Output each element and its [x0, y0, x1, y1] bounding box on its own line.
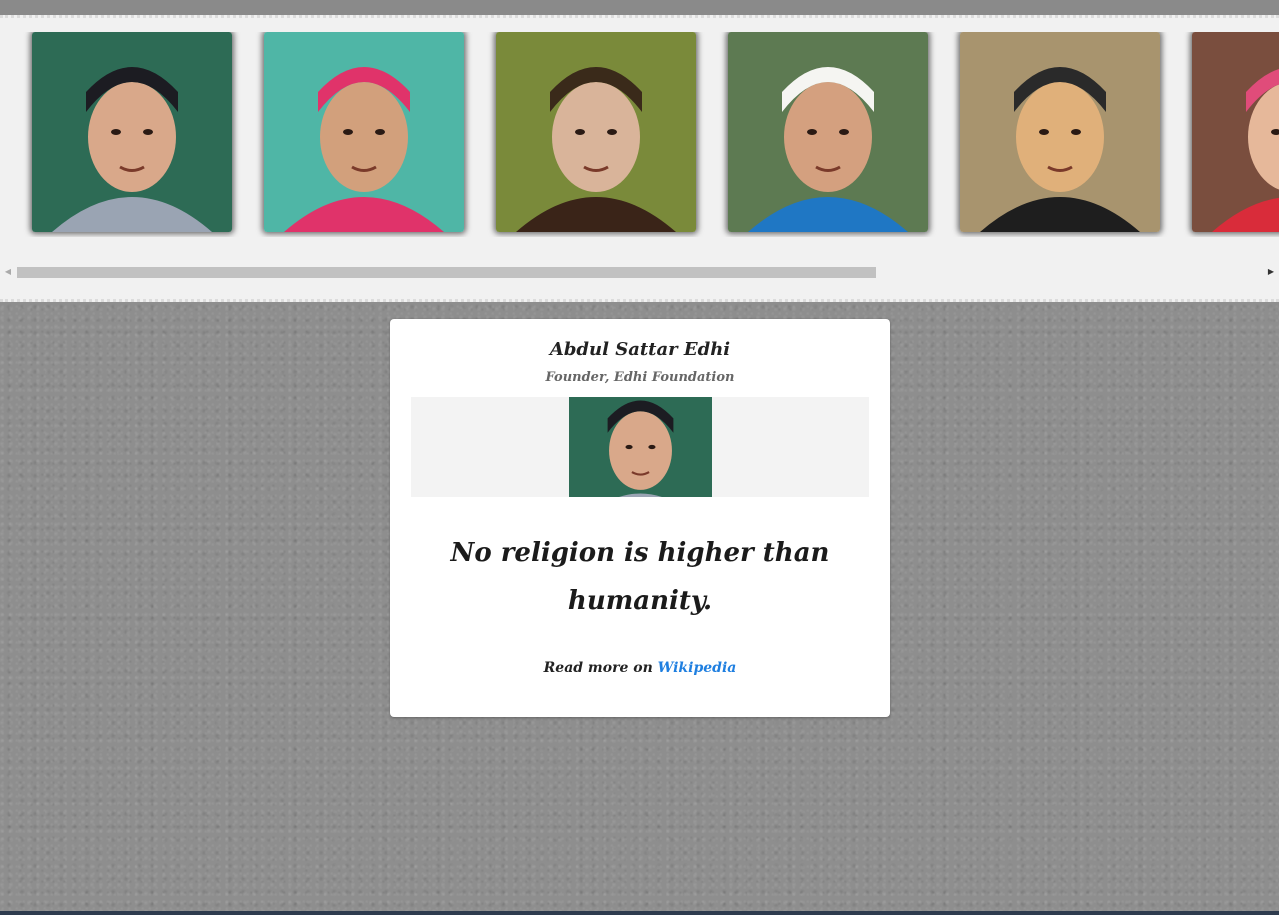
portrait-frame: [411, 397, 869, 497]
quote-text: No religion is higher than humanity.: [450, 538, 830, 616]
person-title: Founder, Edhi Foundation: [545, 370, 735, 385]
scroll-right-arrow-icon[interactable]: ▶: [1264, 265, 1278, 279]
portrait-woman-pink-scarf-icon[interactable]: [264, 32, 464, 232]
thumbnail-row[interactable]: [0, 32, 1279, 237]
scroll-left-arrow-icon[interactable]: ◀: [1, 265, 15, 279]
wikipedia-link[interactable]: Wikipedia: [658, 660, 737, 676]
taskbar-edge: [0, 911, 1279, 915]
person-name: Abdul Sattar Edhi: [549, 339, 731, 360]
portrait-man-mustache-icon[interactable]: [960, 32, 1160, 232]
portrait-bearded-man-cap-icon: [569, 397, 712, 497]
horizontal-scrollbar[interactable]: ◀ ▶: [0, 265, 1279, 279]
portrait-woman-white-scarf-icon[interactable]: [728, 32, 928, 232]
portrait-bearded-man-cap-icon[interactable]: [32, 32, 232, 232]
scrollbar-thumb[interactable]: [17, 267, 876, 278]
portrait-girl-pink-headband-icon[interactable]: [1192, 32, 1279, 232]
portrait-man-karakul-cap-icon[interactable]: [496, 32, 696, 232]
read-more-prefix: Read more on: [543, 660, 653, 676]
read-more-line: Read more on Wikipedia: [390, 660, 890, 676]
quote-card: Abdul Sattar Edhi Founder, Edhi Foundati…: [390, 319, 890, 717]
top-texture-strip: [0, 0, 1279, 15]
